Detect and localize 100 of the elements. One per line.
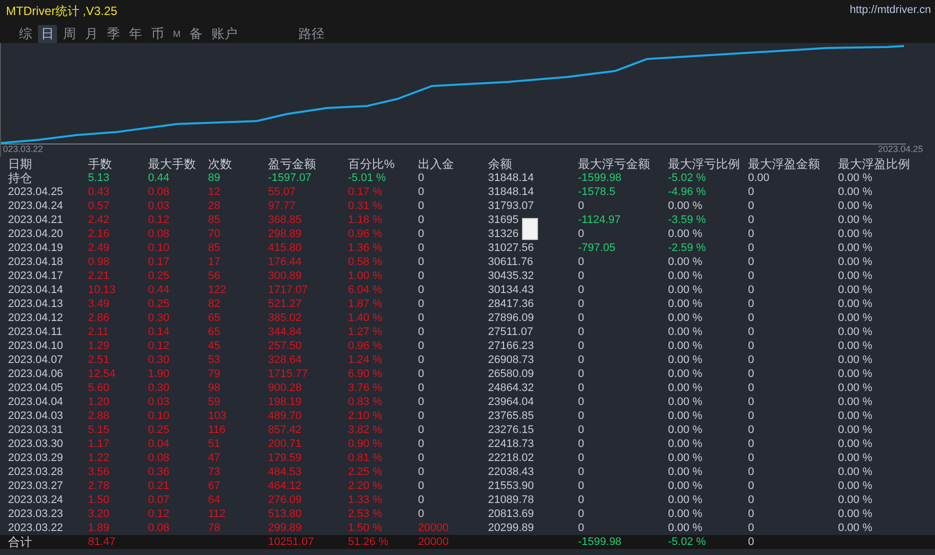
table-cell: 0 <box>578 255 584 269</box>
table-cell: 0.00 % <box>668 381 702 395</box>
table-cell: 0 <box>748 395 754 409</box>
table-cell: 0 <box>578 199 584 213</box>
tab[interactable]: 月 <box>82 24 101 42</box>
table-cell: 1.87 % <box>348 297 382 311</box>
table-cell: 0 <box>578 269 584 283</box>
table-cell: 2023.03.22 <box>8 521 64 535</box>
table-cell: -3.59 % <box>668 213 706 227</box>
table-cell: 17 <box>208 255 220 269</box>
tab[interactable]: 账户 <box>208 24 240 42</box>
path-button[interactable]: 路径 <box>296 24 328 42</box>
tab[interactable]: 综 <box>16 24 35 42</box>
table-cell: 276.09 <box>268 493 302 507</box>
table-cell: 2.51 <box>88 353 110 367</box>
table-cell: 28417.36 <box>488 297 534 311</box>
table-cell: 0 <box>418 185 424 199</box>
table-cell: 0.31 % <box>348 199 382 213</box>
table-cell: 0 <box>418 171 424 185</box>
table-cell: 0 <box>578 521 584 535</box>
table-cell: 0 <box>418 507 424 521</box>
tab[interactable]: 币 <box>148 24 167 42</box>
table-cell: 27166.23 <box>488 339 534 353</box>
table-cell: 0.00 % <box>838 437 872 451</box>
table-cell: 22418.73 <box>488 437 534 451</box>
table-cell: 0.83 % <box>348 395 382 409</box>
table-cell: -1599.98 <box>578 535 622 549</box>
table-cell: 0.44 <box>148 171 170 185</box>
table-cell: 0.58 % <box>348 255 382 269</box>
table-cell: 65 <box>208 311 220 325</box>
table-cell: 0.00 % <box>668 339 702 353</box>
table-cell: 0.30 <box>148 353 170 367</box>
table-cell: 2023.04.17 <box>8 269 64 283</box>
table-cell: 0 <box>418 269 424 283</box>
table-cell: 98 <box>208 381 220 395</box>
table-cell: 22038.43 <box>488 465 534 479</box>
table-cell: 81.47 <box>88 535 116 549</box>
table-cell: 0 <box>578 297 584 311</box>
table-cell: 22218.02 <box>488 451 534 465</box>
table-cell: 5.15 <box>88 423 110 437</box>
table-cell: 2.20 % <box>348 479 382 493</box>
tab[interactable]: M <box>170 24 184 42</box>
table-cell: 0 <box>578 283 584 297</box>
table-cell: 0.00 % <box>668 465 702 479</box>
website-link[interactable]: http://mtdriver.cn <box>850 2 931 18</box>
table-cell: 0.00 % <box>668 255 702 269</box>
table-cell: -4.96 % <box>668 185 706 199</box>
table-cell: 0.00 % <box>668 423 702 437</box>
table-cell: 0 <box>748 367 754 381</box>
table-cell: 20299.89 <box>488 521 534 535</box>
table-cell: 3.56 <box>88 465 110 479</box>
table-cell: 1717.07 <box>268 283 308 297</box>
table-cell: 0.90 % <box>348 437 382 451</box>
tab[interactable]: 季 <box>104 24 123 42</box>
table-cell: 51 <box>208 437 220 451</box>
table-cell: 65 <box>208 325 220 339</box>
table-cell: 0 <box>418 395 424 409</box>
table-cell: 0.00 % <box>668 297 702 311</box>
table-cell: 30611.76 <box>488 255 534 269</box>
table-cell: 0 <box>418 465 424 479</box>
table-cell: 2.78 <box>88 479 110 493</box>
table-cell: 2.16 <box>88 227 110 241</box>
table-cell: 857.42 <box>268 423 302 437</box>
table-cell: 299.89 <box>268 521 302 535</box>
tab[interactable]: 年 <box>126 24 145 42</box>
table-cell: 0.00 % <box>668 451 702 465</box>
table-cell: 2023.04.07 <box>8 353 64 367</box>
table-cell: 31848.14 <box>488 171 534 185</box>
table-cell: 79 <box>208 367 220 381</box>
table-cell: 0.00 % <box>668 493 702 507</box>
table-cell: -5.02 % <box>668 171 706 185</box>
table-cell: 0.10 <box>148 409 170 423</box>
table-cell: 0.00 % <box>838 213 872 227</box>
table-cell: 1.22 <box>88 451 110 465</box>
table-cell: 20813.69 <box>488 507 534 521</box>
table-cell: 2023.04.04 <box>8 395 64 409</box>
table-cell: 0.00 % <box>838 423 872 437</box>
table-cell: 112 <box>208 507 226 521</box>
table-cell: 0 <box>748 507 754 521</box>
table-cell: 0.17 <box>148 255 170 269</box>
table-cell: 2.25 % <box>348 465 382 479</box>
table-cell: 3.49 <box>88 297 110 311</box>
column-header: 最大手数 <box>148 157 196 171</box>
table-cell: 1.89 <box>88 521 110 535</box>
table-cell: 521.27 <box>268 297 302 311</box>
column-header: 出入金 <box>418 157 454 171</box>
axis-label: 023.03.22 <box>3 143 44 156</box>
table-cell: 2023.04.14 <box>8 283 64 297</box>
table-cell: 385.02 <box>268 311 302 325</box>
table-cell: 0.00 <box>748 171 770 185</box>
tab[interactable]: 备 <box>186 24 206 42</box>
table-cell: 513.80 <box>268 507 302 521</box>
table-cell: 0 <box>748 451 754 465</box>
table-cell: 198.19 <box>268 395 302 409</box>
tab[interactable]: 周 <box>60 24 79 42</box>
table-cell: 0.81 % <box>348 451 382 465</box>
table-cell: 26580.09 <box>488 367 534 381</box>
tab[interactable]: 日 <box>38 24 57 42</box>
table-cell: 27511.07 <box>488 325 534 339</box>
table-cell: 116 <box>208 423 226 437</box>
